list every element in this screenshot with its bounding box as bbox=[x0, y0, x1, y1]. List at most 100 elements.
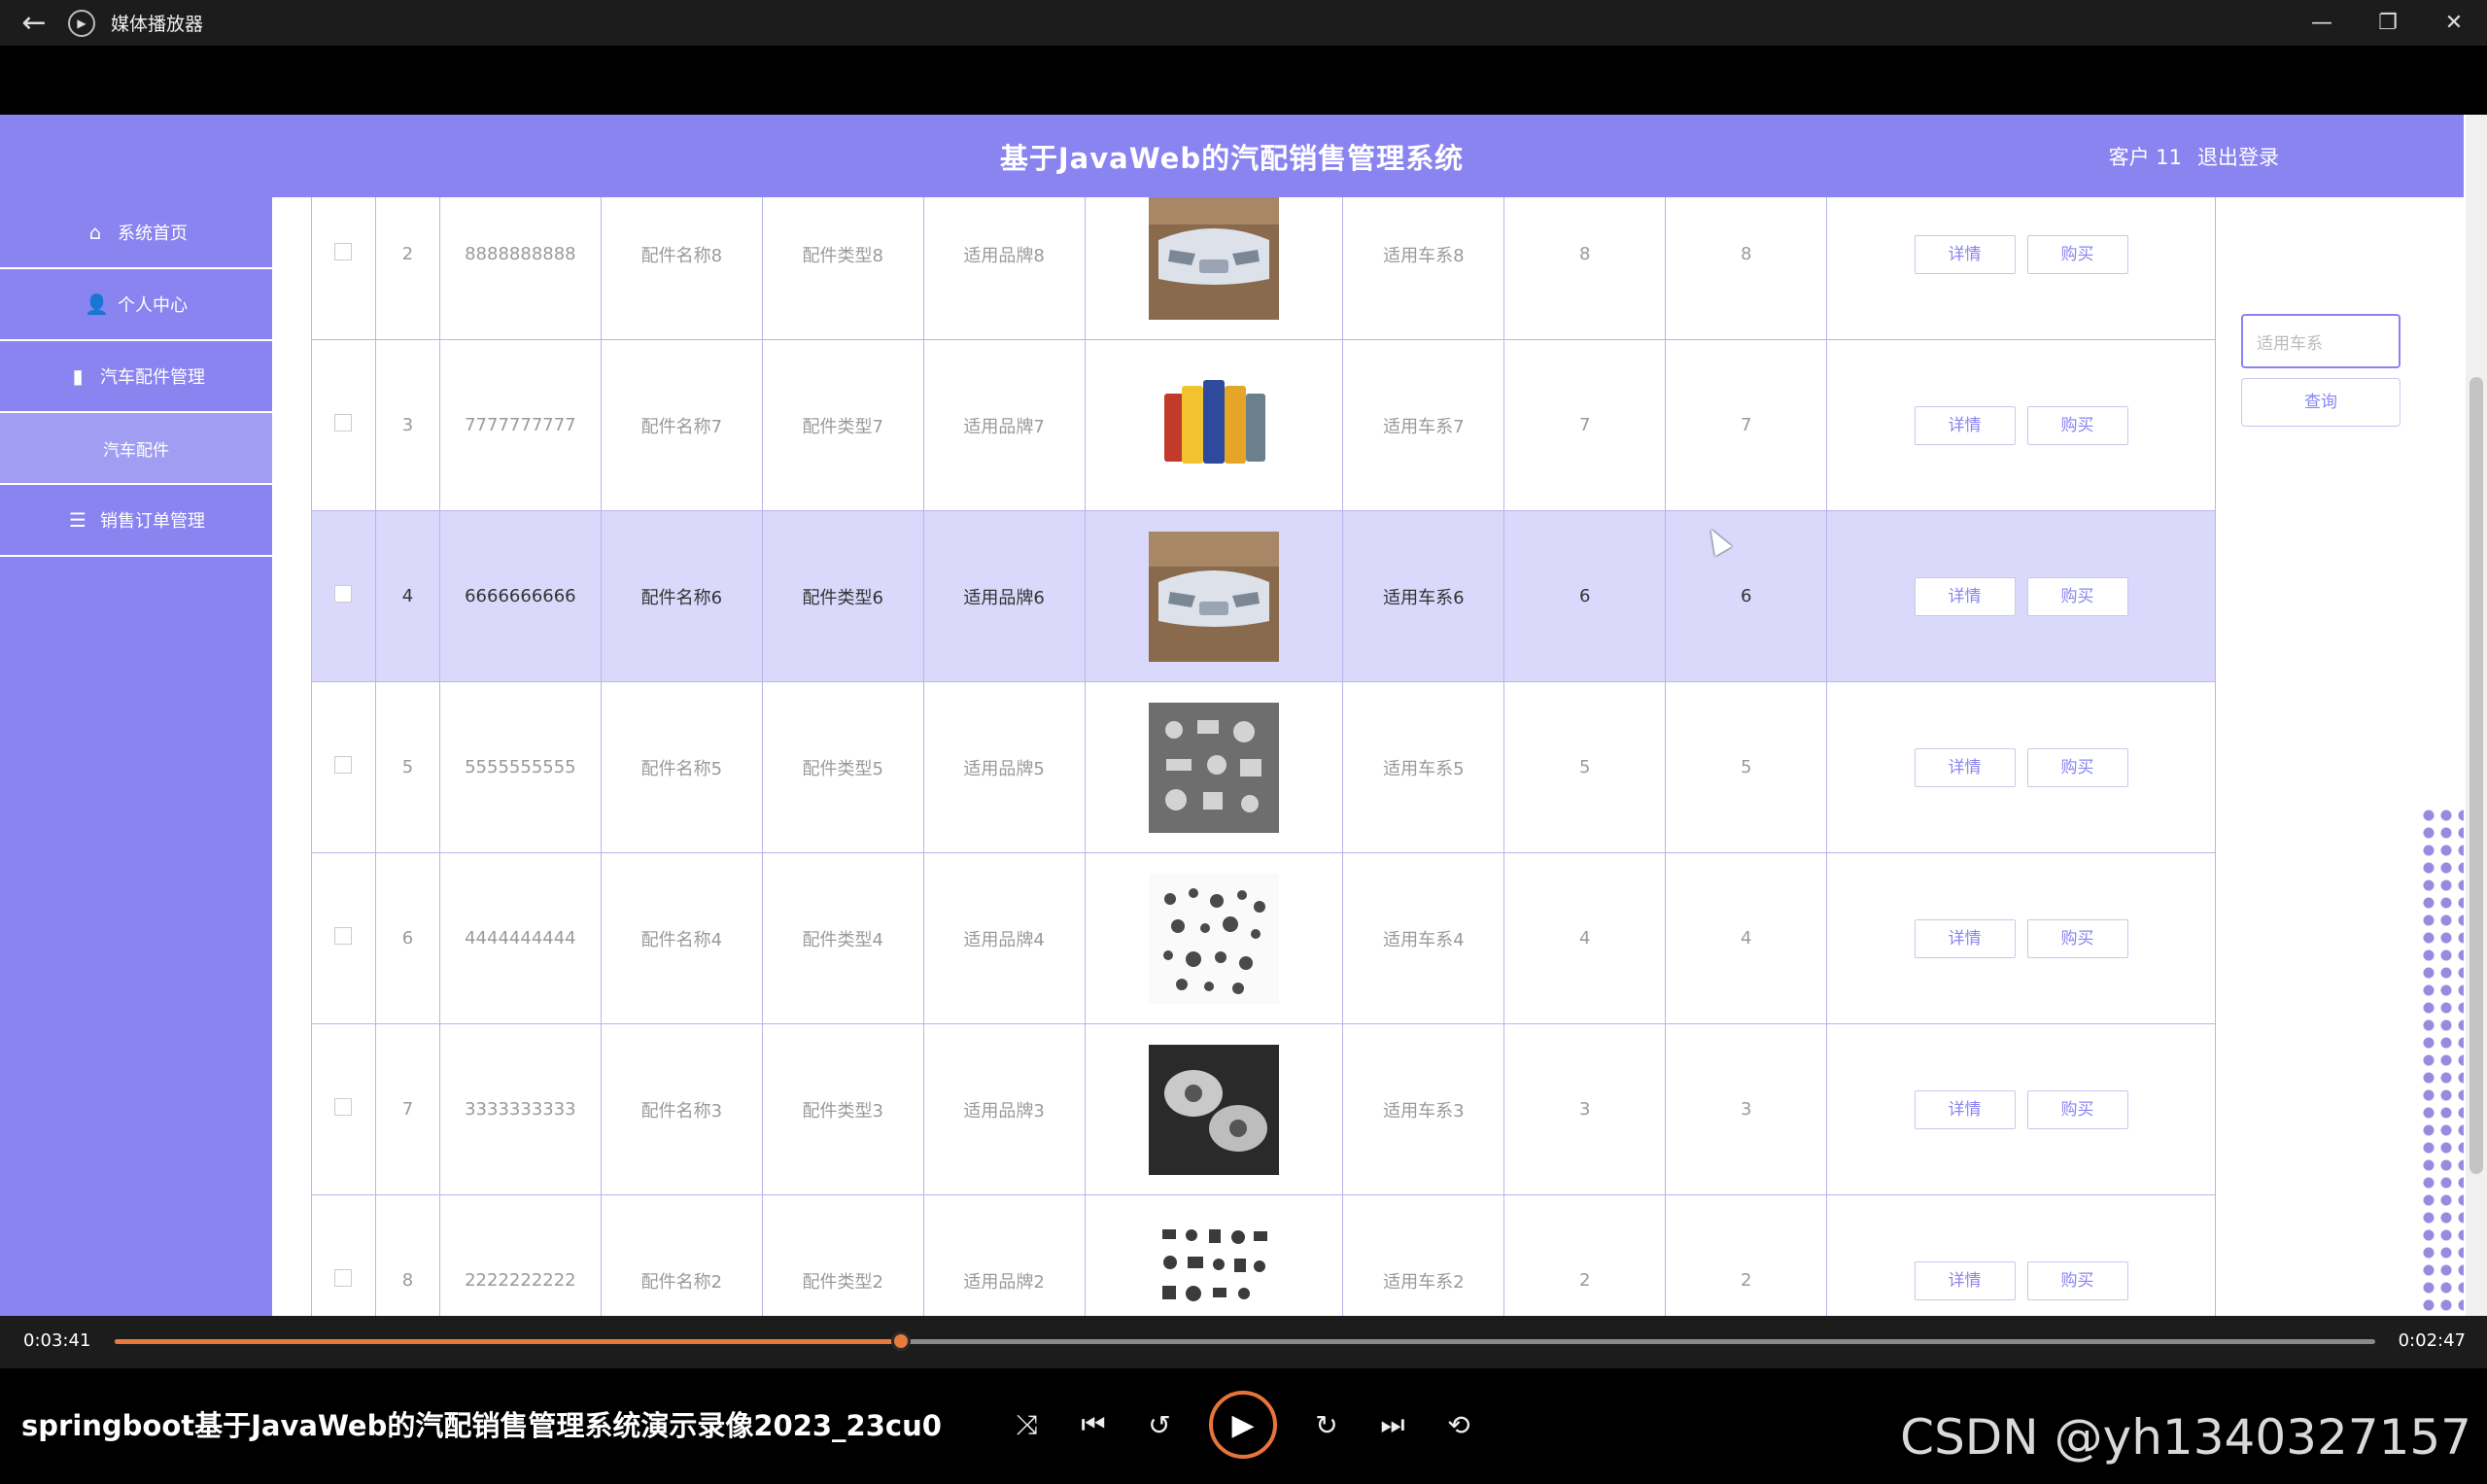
row-checkbox[interactable] bbox=[334, 414, 353, 431]
detail-button[interactable]: 详情 bbox=[1914, 405, 2016, 445]
part-value-a: 2 bbox=[1579, 1270, 1591, 1291]
row-checkbox[interactable] bbox=[334, 243, 353, 260]
part-value-b: 2 bbox=[1740, 1270, 1752, 1291]
sidebar-item-label: 汽车配件管理 bbox=[100, 367, 205, 388]
buy-button[interactable]: 购买 bbox=[2026, 405, 2128, 445]
detail-button[interactable]: 详情 bbox=[1914, 918, 2016, 958]
row-index: 8 bbox=[401, 1270, 414, 1291]
buy-button[interactable]: 购买 bbox=[2026, 576, 2128, 616]
back-arrow-icon[interactable]: ← bbox=[0, 0, 68, 46]
table-cell: 详情 购买 bbox=[1826, 852, 2216, 1024]
row-checkbox[interactable] bbox=[334, 927, 353, 945]
restore-icon[interactable]: ❐ bbox=[2355, 0, 2421, 46]
row-checkbox[interactable] bbox=[334, 1269, 353, 1287]
table-cell: 8 bbox=[1665, 197, 1828, 340]
table-row: 2 8888888888 配件名称8 配件类型8 适用品牌8 适用车系8 8 8 详情 购买 bbox=[311, 197, 2216, 340]
table-row: 6 4444444444 配件名称4 配件类型4 适用品牌4 适用车系4 4 4 详情 购买 bbox=[311, 852, 2216, 1024]
next-icon[interactable]: ⏭ bbox=[1376, 1408, 1409, 1441]
part-series: 适用车系4 bbox=[1383, 929, 1465, 950]
table-cell: 7 bbox=[1503, 339, 1667, 511]
previous-icon[interactable]: ⏮ bbox=[1077, 1408, 1110, 1441]
logout-link[interactable]: 退出登录 bbox=[2197, 142, 2279, 171]
table-cell: 配件名称2 bbox=[600, 1194, 763, 1316]
window-controls: — ❐ ✕ bbox=[2289, 0, 2487, 46]
table-cell: 配件名称4 bbox=[600, 852, 763, 1024]
part-code: 5555555555 bbox=[465, 757, 576, 777]
buy-button[interactable]: 购买 bbox=[2026, 1260, 2128, 1300]
query-button[interactable]: 查询 bbox=[2241, 378, 2401, 427]
detail-button[interactable]: 详情 bbox=[1914, 1260, 2016, 1300]
repeat-icon[interactable]: ⟲ bbox=[1442, 1409, 1475, 1441]
part-value-a: 6 bbox=[1579, 586, 1591, 606]
close-icon[interactable]: ✕ bbox=[2421, 0, 2487, 46]
buy-button[interactable]: 购买 bbox=[2026, 234, 2128, 274]
part-brand: 适用品牌4 bbox=[963, 929, 1045, 950]
seek-handle[interactable] bbox=[891, 1331, 912, 1351]
sidebar-item-orders[interactable]: ☰ 销售订单管理 bbox=[0, 485, 272, 557]
shuffle-icon[interactable]: ⤨ bbox=[1011, 1408, 1044, 1441]
table-cell: 适用品牌7 bbox=[922, 339, 1086, 511]
part-code: 2222222222 bbox=[465, 1270, 576, 1291]
part-value-a: 4 bbox=[1579, 928, 1591, 949]
part-name: 配件名称8 bbox=[640, 245, 723, 266]
table-cell: 配件名称8 bbox=[600, 197, 763, 340]
sidebar-item-home[interactable]: ⌂ 系统首页 bbox=[0, 197, 272, 269]
part-series: 适用车系8 bbox=[1383, 245, 1465, 266]
table-cell bbox=[311, 852, 376, 1024]
bar-chart-icon: ▮ bbox=[72, 364, 84, 388]
detail-button[interactable]: 详情 bbox=[1914, 1089, 2016, 1129]
sidebar-item-parts-management[interactable]: ▮ 汽车配件管理 bbox=[0, 341, 272, 413]
buy-button[interactable]: 购买 bbox=[2026, 918, 2128, 958]
table-cell bbox=[1084, 681, 1344, 853]
table-cell: 7 bbox=[374, 1023, 440, 1195]
table-cell: 2222222222 bbox=[438, 1194, 602, 1316]
forward-30-icon[interactable]: ↻ bbox=[1310, 1409, 1343, 1441]
media-title: springboot基于JavaWeb的汽配销售管理系统演示录像2023_23c… bbox=[21, 1409, 942, 1442]
row-checkbox[interactable] bbox=[334, 756, 353, 774]
player-controls-bar: springboot基于JavaWeb的汽配销售管理系统演示录像2023_23c… bbox=[0, 1368, 2487, 1484]
table-cell: 详情 购买 bbox=[1826, 1194, 2216, 1316]
detail-button[interactable]: 详情 bbox=[1914, 234, 2016, 274]
table-cell bbox=[311, 681, 376, 853]
app-header: 基于JavaWeb的汽配销售管理系统 客户 11 退出登录 bbox=[0, 115, 2464, 197]
metal-parts-image bbox=[1148, 702, 1279, 833]
buy-button[interactable]: 购买 bbox=[2026, 1089, 2128, 1129]
table-cell: 详情 购买 bbox=[1826, 1023, 2216, 1195]
table-cell: 详情 购买 bbox=[1826, 197, 2216, 340]
part-series: 适用车系5 bbox=[1383, 758, 1465, 779]
series-search-input[interactable]: 适用车系 bbox=[2241, 314, 2401, 368]
window-title-bar: ← ▶ 媒体播放器 — ❐ ✕ bbox=[0, 0, 2487, 46]
table-cell: 适用品牌2 bbox=[922, 1194, 1086, 1316]
table-cell bbox=[1084, 339, 1344, 511]
table-row: 3 7777777777 配件名称7 配件类型7 适用品牌7 适用车系7 7 7 详情 购买 bbox=[311, 339, 2216, 511]
detail-button[interactable]: 详情 bbox=[1914, 576, 2016, 616]
table-cell: 详情 购买 bbox=[1826, 681, 2216, 853]
sidebar-item-profile[interactable]: 👤 个人中心 bbox=[0, 269, 272, 341]
table-cell bbox=[311, 1023, 376, 1195]
row-checkbox[interactable] bbox=[334, 1098, 353, 1116]
scrollbar-thumb[interactable] bbox=[2470, 377, 2483, 1174]
part-name: 配件名称5 bbox=[640, 758, 723, 779]
part-brand: 适用品牌8 bbox=[963, 245, 1045, 266]
buy-button[interactable]: 购买 bbox=[2026, 747, 2128, 787]
part-brand: 适用品牌3 bbox=[963, 1100, 1045, 1122]
detail-button[interactable]: 详情 bbox=[1914, 747, 2016, 787]
rewind-10-icon[interactable]: ↺ bbox=[1143, 1409, 1176, 1441]
table-cell: 2 bbox=[1503, 1194, 1667, 1316]
seek-track[interactable] bbox=[115, 1331, 2375, 1351]
sidebar-subitem-parts[interactable]: 汽车配件 bbox=[0, 413, 272, 485]
table-cell: 配件类型8 bbox=[761, 197, 924, 340]
table-cell: 5 bbox=[374, 681, 440, 853]
part-name: 配件名称3 bbox=[640, 1100, 723, 1122]
minimize-icon[interactable]: — bbox=[2289, 0, 2355, 46]
page-scrollbar[interactable] bbox=[2466, 115, 2487, 1316]
bumper-image bbox=[1148, 197, 1279, 320]
part-series: 适用车系7 bbox=[1383, 416, 1465, 437]
play-button[interactable]: ▶ bbox=[1209, 1391, 1277, 1459]
table-cell: 适用品牌6 bbox=[922, 510, 1086, 682]
table-cell: 适用品牌8 bbox=[922, 197, 1086, 340]
table-cell: 配件类型5 bbox=[761, 681, 924, 853]
current-user: 客户 11 bbox=[2108, 146, 2182, 169]
table-cell: 5 bbox=[1665, 681, 1828, 853]
row-checkbox[interactable] bbox=[334, 585, 353, 603]
